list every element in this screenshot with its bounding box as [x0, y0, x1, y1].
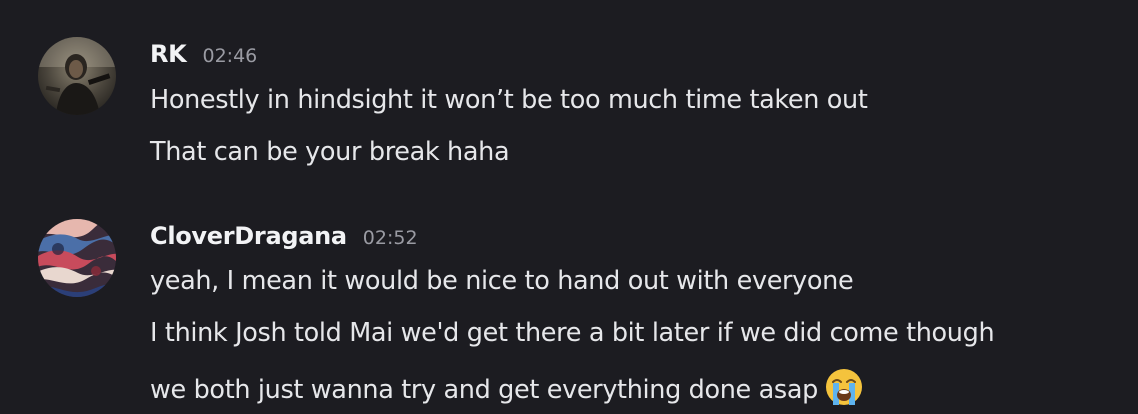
message-group-cloverdragana: CloverDragana 02:52 yeah, I mean it woul…	[0, 0, 1138, 414]
message-text: I think Josh told Mai we'd get there a b…	[150, 318, 995, 348]
message-text: yeah, I mean it would be nice to hand ou…	[150, 266, 854, 296]
message-header: CloverDragana 02:52	[150, 222, 418, 250]
timestamp[interactable]: 02:52	[363, 227, 418, 249]
avatar-cloverdragana[interactable]	[38, 219, 116, 297]
message-text-with-emoji: we both just wanna try and get everythin…	[150, 367, 864, 407]
loudly-crying-face-icon	[824, 367, 864, 407]
chat-message-list: RK 02:46 Honestly in hindsight it won’t …	[0, 0, 1138, 414]
message-text: we both just wanna try and get everythin…	[150, 375, 818, 405]
username[interactable]: CloverDragana	[150, 222, 347, 250]
avatar-cloverdragana-abstract-icon	[38, 219, 116, 297]
